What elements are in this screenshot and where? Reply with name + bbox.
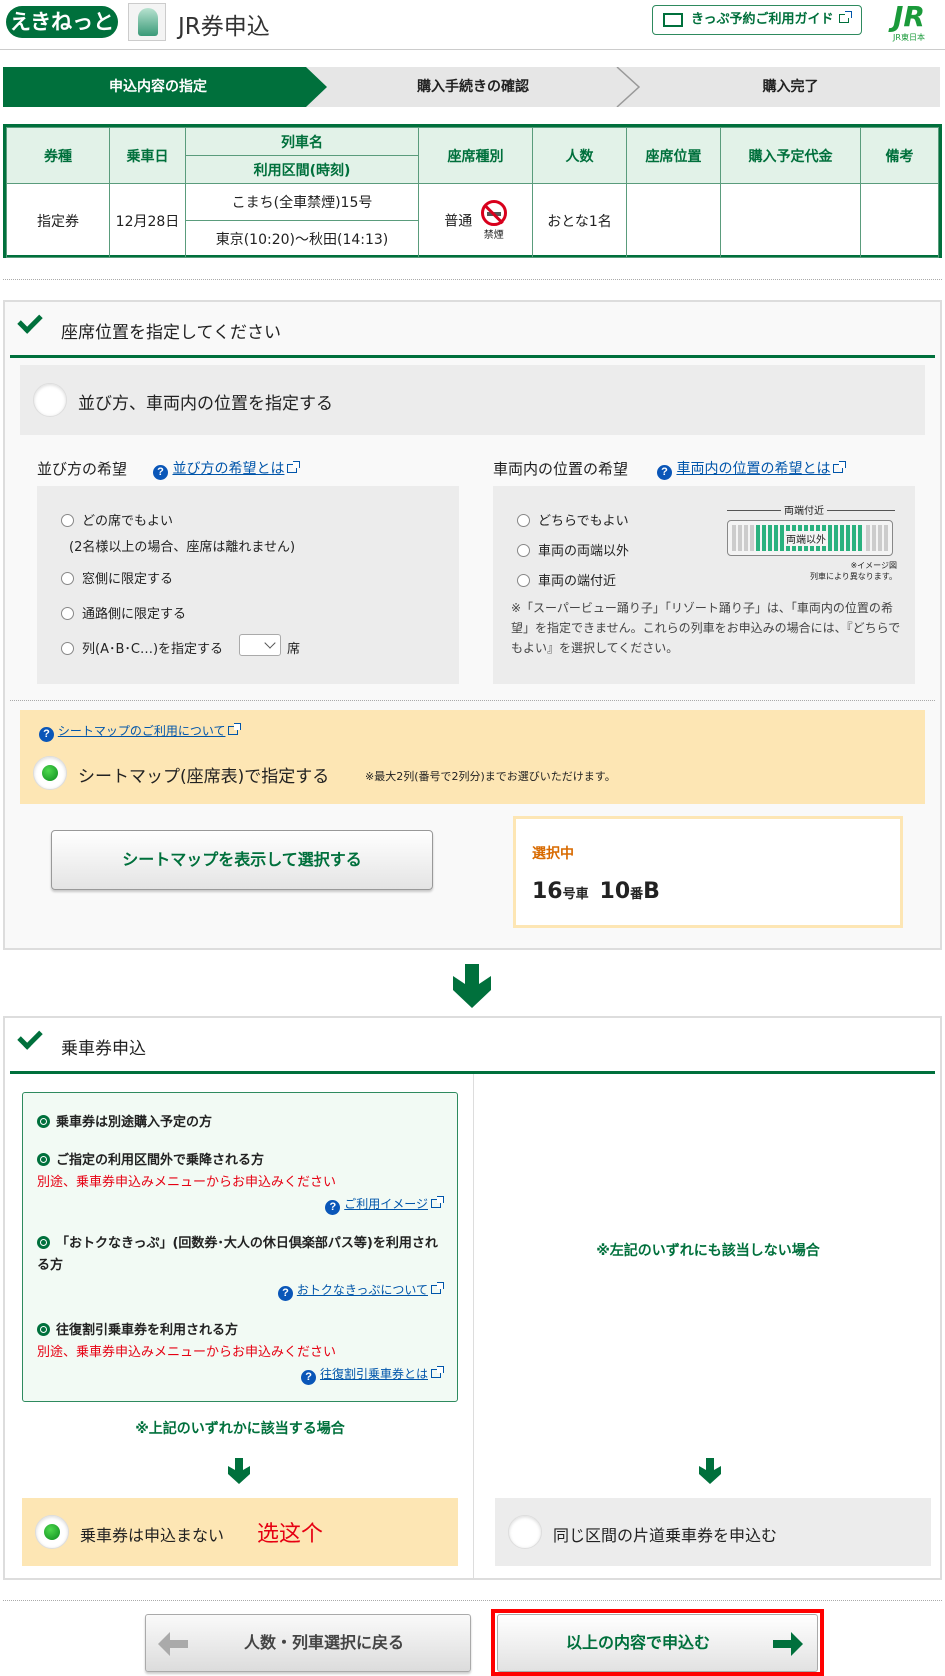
- ticket-section: 乗車券申込 乗車券は別途購入予定の方 ご指定の利用区間外で乗降される方 別途、乗…: [3, 1016, 942, 1580]
- arrange-label: 並び方の希望: [37, 460, 128, 478]
- arrow-right-icon: [773, 1632, 803, 1656]
- option-arrange[interactable]: 並び方、車両内の位置を指定する: [20, 365, 925, 435]
- arrange-window[interactable]: 窓側に限定する: [61, 568, 173, 587]
- position-options: どちらでもよい 車両の両端以外 車両の端付近 両端付近 両端以外 ※イメージ図 …: [493, 486, 915, 684]
- cell-type: 指定券: [6, 183, 110, 258]
- annotation-text: 选这个: [257, 1522, 324, 1547]
- th-section: 利用区間(時刻): [185, 155, 419, 184]
- chevron-down-icon: [264, 637, 276, 649]
- radio-seatmap[interactable]: [33, 756, 67, 790]
- condition-4: 往復割引乗車券を利用される方: [37, 1319, 238, 1338]
- seat-section-title: 座席位置を指定してください: [61, 323, 281, 343]
- seatmap-button[interactable]: シートマップを表示して選択する: [51, 830, 433, 890]
- option-no-ticket-label: 乗車券は申込まない: [80, 1526, 225, 1545]
- usage-image-link[interactable]: ? ご利用イメージ: [325, 1195, 444, 1215]
- condition-4-warning: 別途、乗車券申込みメニューからお申込みください: [37, 1345, 337, 1360]
- arrange-options: どの席でもよい (2名様以上の場合、座席は離れません) 窓側に限定する 通路側に…: [37, 486, 459, 684]
- option-seatmap[interactable]: ? シートマップのご利用について シートマップ(座席表)で指定する ※最大2列(…: [20, 710, 925, 804]
- help-icon: ?: [657, 465, 672, 480]
- guide-button[interactable]: きっぷ予約ご利用ガイド: [652, 5, 862, 35]
- th-type: 券種: [6, 127, 110, 184]
- position-label: 車両内の位置の希望: [493, 460, 629, 478]
- selected-label: 選択中: [532, 846, 574, 862]
- th-people: 人数: [532, 127, 627, 184]
- option-seatmap-label: シートマップ(座席表)で指定する: [78, 767, 330, 787]
- cell-people: おとな1名: [532, 183, 627, 258]
- ekinet-logo[interactable]: えきねっと: [6, 6, 118, 38]
- condition-2: ご指定の利用区間外で乗降される方: [37, 1149, 264, 1168]
- column-select[interactable]: [239, 634, 281, 656]
- jr-east-logo: JR JR東日本: [893, 0, 925, 43]
- arrange-any-note: (2名様以上の場合、座席は離れません): [69, 540, 296, 555]
- th-note: 備考: [860, 127, 939, 184]
- help-icon: ?: [301, 1370, 317, 1385]
- seat-suffix: 席: [287, 642, 301, 657]
- down-arrow-icon: [451, 964, 493, 1012]
- cell-note: [860, 183, 939, 258]
- help-icon: ?: [278, 1286, 293, 1301]
- right-caption: ※左記のいずれにも該当しない場合: [596, 1243, 820, 1259]
- condition-1: 乗車券は別途購入予定の方: [37, 1111, 212, 1130]
- radio-one-way[interactable]: [508, 1515, 542, 1549]
- radio-no-ticket[interactable]: [35, 1515, 69, 1549]
- progress-steps: 申込内容の指定 購入手続きの確認 購入完了: [3, 67, 942, 107]
- cell-price: [720, 183, 861, 258]
- cell-seat-pos: [626, 183, 721, 258]
- th-seat-pos: 座席位置: [626, 127, 721, 184]
- ticket-conditions: 乗車券は別途購入予定の方 ご指定の利用区間外で乗降される方 別途、乗車券申込みメ…: [22, 1092, 458, 1402]
- position-not-end[interactable]: 車両の両端以外: [517, 540, 629, 559]
- radio-arrange[interactable]: [33, 383, 67, 417]
- page-title: JR券申込: [178, 14, 270, 40]
- selected-seat-box: 選択中 16号車 10番B: [513, 816, 903, 928]
- header: えきねっと JR券申込 きっぷ予約ご利用ガイド JR JR東日本: [0, 0, 945, 50]
- th-date: 乗車日: [109, 127, 186, 184]
- seat-section: 座席位置を指定してください 並び方、車両内の位置を指定する 並び方の希望 ? 並…: [3, 300, 942, 950]
- cell-section: 東京(10:20)～秋田(14:13): [185, 220, 419, 258]
- step-1: 申込内容の指定: [109, 79, 207, 95]
- train-icon: [128, 3, 166, 41]
- no-smoking-icon: [480, 200, 507, 226]
- cell-seat-class: 普通 禁煙: [418, 183, 533, 258]
- option-no-ticket[interactable]: 乗車券は申込まない 选这个: [22, 1498, 458, 1566]
- help-icon: ?: [39, 727, 54, 742]
- otoku-link[interactable]: ? おトクなきっぷについて: [278, 1281, 444, 1301]
- help-icon: ?: [153, 465, 168, 480]
- left-caption: ※上記のいずれかに該当する場合: [135, 1421, 345, 1437]
- th-price: 購入予定代金: [720, 127, 861, 184]
- position-note: ※「スーパービュー踊り子」「リゾート踊り子」は、「車両内の位置の希望」を指定でき…: [511, 601, 901, 655]
- step-2: 購入手続きの確認: [417, 79, 529, 95]
- ticket-section-title: 乗車券申込: [61, 1039, 146, 1059]
- cell-date: 12月28日: [109, 183, 186, 258]
- help-icon: ?: [325, 1200, 341, 1215]
- ticket-table: 券種 乗車日 列車名 座席種別 人数 座席位置 購入予定代金 備考 利用区間(時…: [3, 124, 942, 258]
- down-arrow-icon: [226, 1458, 252, 1488]
- position-help-link[interactable]: ? 車両内の位置の希望とは: [657, 458, 847, 480]
- condition-2-warning: 別途、乗車券申込みメニューからお申込みください: [37, 1175, 337, 1190]
- step-3: 購入完了: [762, 79, 819, 95]
- submit-button[interactable]: 以上の内容で申込む: [497, 1614, 818, 1672]
- condition-3: 「おトクなきっぷ」(回数券･大人の休日倶楽部パス等)を利用される方: [37, 1236, 438, 1273]
- cell-train: こまち(全車禁煙)15号: [185, 183, 419, 221]
- down-arrow-icon: [697, 1458, 723, 1488]
- th-seat-class: 座席種別: [418, 127, 533, 184]
- arrange-help-link[interactable]: ? 並び方の希望とは: [153, 458, 301, 480]
- position-near-end[interactable]: 車両の端付近: [517, 570, 616, 589]
- arrange-aisle[interactable]: 通路側に限定する: [61, 603, 186, 622]
- back-button[interactable]: 人数・列車選択に戻る: [145, 1614, 471, 1672]
- round-trip-link[interactable]: ? 往復割引乗車券とは: [301, 1365, 444, 1385]
- divider: [3, 279, 942, 280]
- seatmap-help-link[interactable]: ? シートマップのご利用について: [39, 722, 242, 742]
- arrange-any[interactable]: どの席でもよい: [61, 510, 173, 529]
- option-one-way[interactable]: 同じ区間の片道乗車券を申込む: [495, 1498, 931, 1566]
- option-arrange-label: 並び方、車両内の位置を指定する: [78, 394, 333, 414]
- selected-seat-value: 16号車 10番B: [532, 879, 660, 904]
- car-diagram: 両端付近 両端以外 ※イメージ図 列車により異なります。: [727, 500, 897, 582]
- book-icon: [663, 13, 683, 27]
- arrange-column[interactable]: 列(A･B･C…)を指定する: [61, 638, 223, 657]
- option-one-way-label: 同じ区間の片道乗車券を申込む: [553, 1526, 778, 1545]
- seatmap-note: ※最大2列(番号で2列分)までお選びいただけます。: [365, 770, 616, 783]
- position-any[interactable]: どちらでもよい: [517, 510, 629, 529]
- th-train: 列車名: [185, 127, 419, 156]
